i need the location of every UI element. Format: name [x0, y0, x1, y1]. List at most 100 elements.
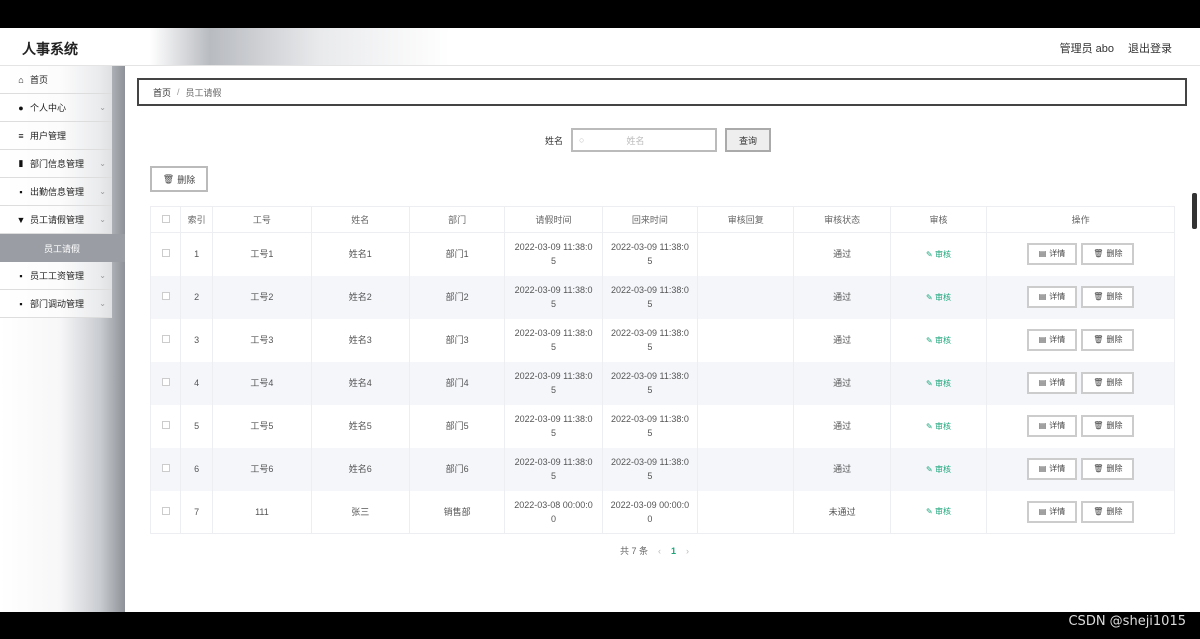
sidebar-item-label: 部门调动管理: [30, 299, 85, 309]
row-select-cell: [149, 318, 182, 362]
grid-icon: ▪: [19, 270, 23, 281]
audit-link[interactable]: ✎ 审核: [926, 379, 951, 388]
delete-button[interactable]: 🗑 删除: [1081, 372, 1135, 394]
leave-time-line1: 2022-03-09 11:38:0: [514, 371, 593, 381]
edit-icon: ✎: [926, 464, 933, 474]
cell-status: 通过: [793, 232, 891, 276]
audit-label: 审核: [934, 249, 951, 259]
trash-icon: 🗑: [1093, 335, 1104, 344]
audit-link[interactable]: ✎ 审核: [926, 507, 951, 516]
screen-top-bar: [0, 0, 1200, 28]
cell-leave-time: 2022-03-09 11:38:0 5: [504, 447, 603, 491]
audit-label: 审核: [934, 421, 951, 431]
logout-link[interactable]: 退出登录: [1128, 40, 1172, 56]
leave-time-line2: 5: [551, 256, 557, 267]
cell-reply: [697, 490, 795, 534]
cell-back-time: 2022-03-09 11:38:0 5: [601, 318, 699, 362]
detail-button[interactable]: ▤ 详情: [1026, 415, 1078, 437]
grid-icon: ▪: [19, 298, 23, 309]
cell-name: 姓名5: [310, 404, 410, 448]
column-header: 姓名: [310, 206, 410, 233]
edit-icon: ✎: [926, 507, 933, 517]
leave-time-line2: 5: [551, 299, 557, 309]
delete-button[interactable]: 🗑 删除: [1081, 458, 1135, 480]
audit-link[interactable]: ✎ 审核: [926, 422, 951, 431]
detail-button[interactable]: ▤ 详情: [1026, 243, 1078, 266]
audit-label: 审核: [934, 507, 951, 517]
cell-leave-time: 2022-03-08 00:00:0 0: [504, 490, 603, 534]
pager-page[interactable]: 1: [671, 546, 676, 556]
sidebar-item-7[interactable]: ▪ 部门调动管理 ⌄: [0, 290, 112, 318]
back-time-line2: 5: [647, 471, 653, 481]
sidebar-item-5[interactable]: ▼ 员工请假管理 ⌄: [0, 206, 112, 234]
column-header: 审核: [889, 206, 988, 233]
sidebar-item-1[interactable]: ● 个人中心 ⌄: [0, 94, 112, 122]
detail-label: 详情: [1049, 292, 1066, 301]
cell-audit: ✎ 审核: [889, 404, 988, 448]
cell-status: 通过: [793, 318, 891, 362]
pager-prev-icon[interactable]: ‹: [658, 546, 661, 556]
sidebar-item-6[interactable]: ▪ 员工工资管理 ⌄: [0, 262, 112, 290]
audit-link[interactable]: ✎ 审核: [926, 250, 951, 259]
back-time-line1: 2022-03-09 11:38:0: [610, 328, 689, 338]
cell-dept: 部门3: [408, 318, 506, 362]
sidebar-subitem-active[interactable]: 员工请假: [0, 234, 125, 262]
sidebar-item-2[interactable]: ≡ 用户管理: [0, 122, 112, 150]
row-checkbox[interactable]: [161, 506, 170, 515]
detail-button[interactable]: ▤ 详情: [1026, 286, 1078, 308]
audit-link[interactable]: ✎ 审核: [926, 465, 951, 474]
detail-button[interactable]: ▤ 详情: [1026, 500, 1078, 523]
batch-delete-button[interactable]: 🗑 删除: [150, 166, 208, 192]
table-row: 4 工号4 姓名4 部门4 2022-03-09 11:38:0 5 2022-03-09 …: [149, 361, 1175, 405]
document-icon: ▤: [1038, 335, 1047, 344]
delete-button[interactable]: 🗑 删除: [1081, 415, 1135, 437]
leave-time-line1: 2022-03-09 11:38:0: [514, 285, 593, 295]
search-button[interactable]: 查询: [725, 128, 772, 152]
cell-leave-time: 2022-03-09 11:38:0 5: [504, 361, 603, 405]
cell-actions: ▤ 详情 🗑 删除: [986, 275, 1175, 319]
chevron-down-icon: ⌄: [99, 299, 106, 308]
cell-back-time: 2022-03-09 11:38:0 5: [601, 361, 699, 405]
detail-button[interactable]: ▤ 详情: [1026, 329, 1078, 351]
delete-button[interactable]: 🗑 删除: [1081, 329, 1135, 351]
scrollbar-thumb[interactable]: [1192, 193, 1197, 229]
select-all-checkbox[interactable]: [161, 214, 170, 223]
row-checkbox[interactable]: [161, 249, 170, 258]
row-checkbox[interactable]: [161, 464, 170, 472]
row-checkbox[interactable]: [161, 335, 170, 343]
trash-icon: 🗑: [1093, 506, 1104, 516]
leave-time-line2: 5: [551, 428, 557, 438]
cell-reply: [697, 318, 795, 362]
back-time-line1: 2022-03-09 11:38:0: [610, 414, 689, 424]
row-checkbox[interactable]: [161, 292, 170, 300]
sidebar-item-3[interactable]: ▮ 部门信息管理 ⌄: [0, 150, 112, 178]
row-select-cell: [149, 404, 182, 448]
cell-index: 3: [180, 318, 214, 362]
breadcrumb-home[interactable]: 首页: [153, 86, 171, 99]
row-checkbox[interactable]: [161, 421, 170, 429]
sidebar-item-0[interactable]: ⌂ 首页: [0, 66, 112, 94]
detail-button[interactable]: ▤ 详情: [1026, 458, 1078, 480]
cell-reply: [697, 361, 795, 405]
trash-icon: 🗑: [1093, 421, 1104, 430]
audit-label: 审核: [934, 292, 951, 302]
back-time-line1: 2022-03-09 11:38:0: [610, 242, 689, 253]
audit-link[interactable]: ✎ 审核: [926, 336, 951, 345]
leave-time-line1: 2022-03-09 11:38:0: [514, 457, 593, 467]
chevron-down-icon: ⌄: [99, 159, 106, 168]
detail-button[interactable]: ▤ 详情: [1026, 372, 1078, 394]
delete-button[interactable]: 🗑 删除: [1081, 500, 1135, 523]
cell-name: 姓名6: [310, 447, 410, 491]
cell-index: 2: [180, 275, 214, 319]
pager-next-icon[interactable]: ›: [686, 546, 689, 556]
audit-link[interactable]: ✎ 审核: [926, 293, 951, 302]
sidebar-item-4[interactable]: ▪ 出勤信息管理 ⌄: [0, 178, 112, 206]
cell-employee-id: 工号3: [212, 318, 312, 362]
detail-label: 详情: [1049, 335, 1066, 344]
delete-button[interactable]: 🗑 删除: [1081, 243, 1135, 266]
cell-name: 姓名3: [310, 318, 410, 362]
detail-label: 详情: [1049, 506, 1066, 516]
delete-button[interactable]: 🗑 删除: [1081, 286, 1135, 308]
search-input[interactable]: ○ 姓名: [571, 128, 718, 152]
row-checkbox[interactable]: [161, 378, 170, 386]
